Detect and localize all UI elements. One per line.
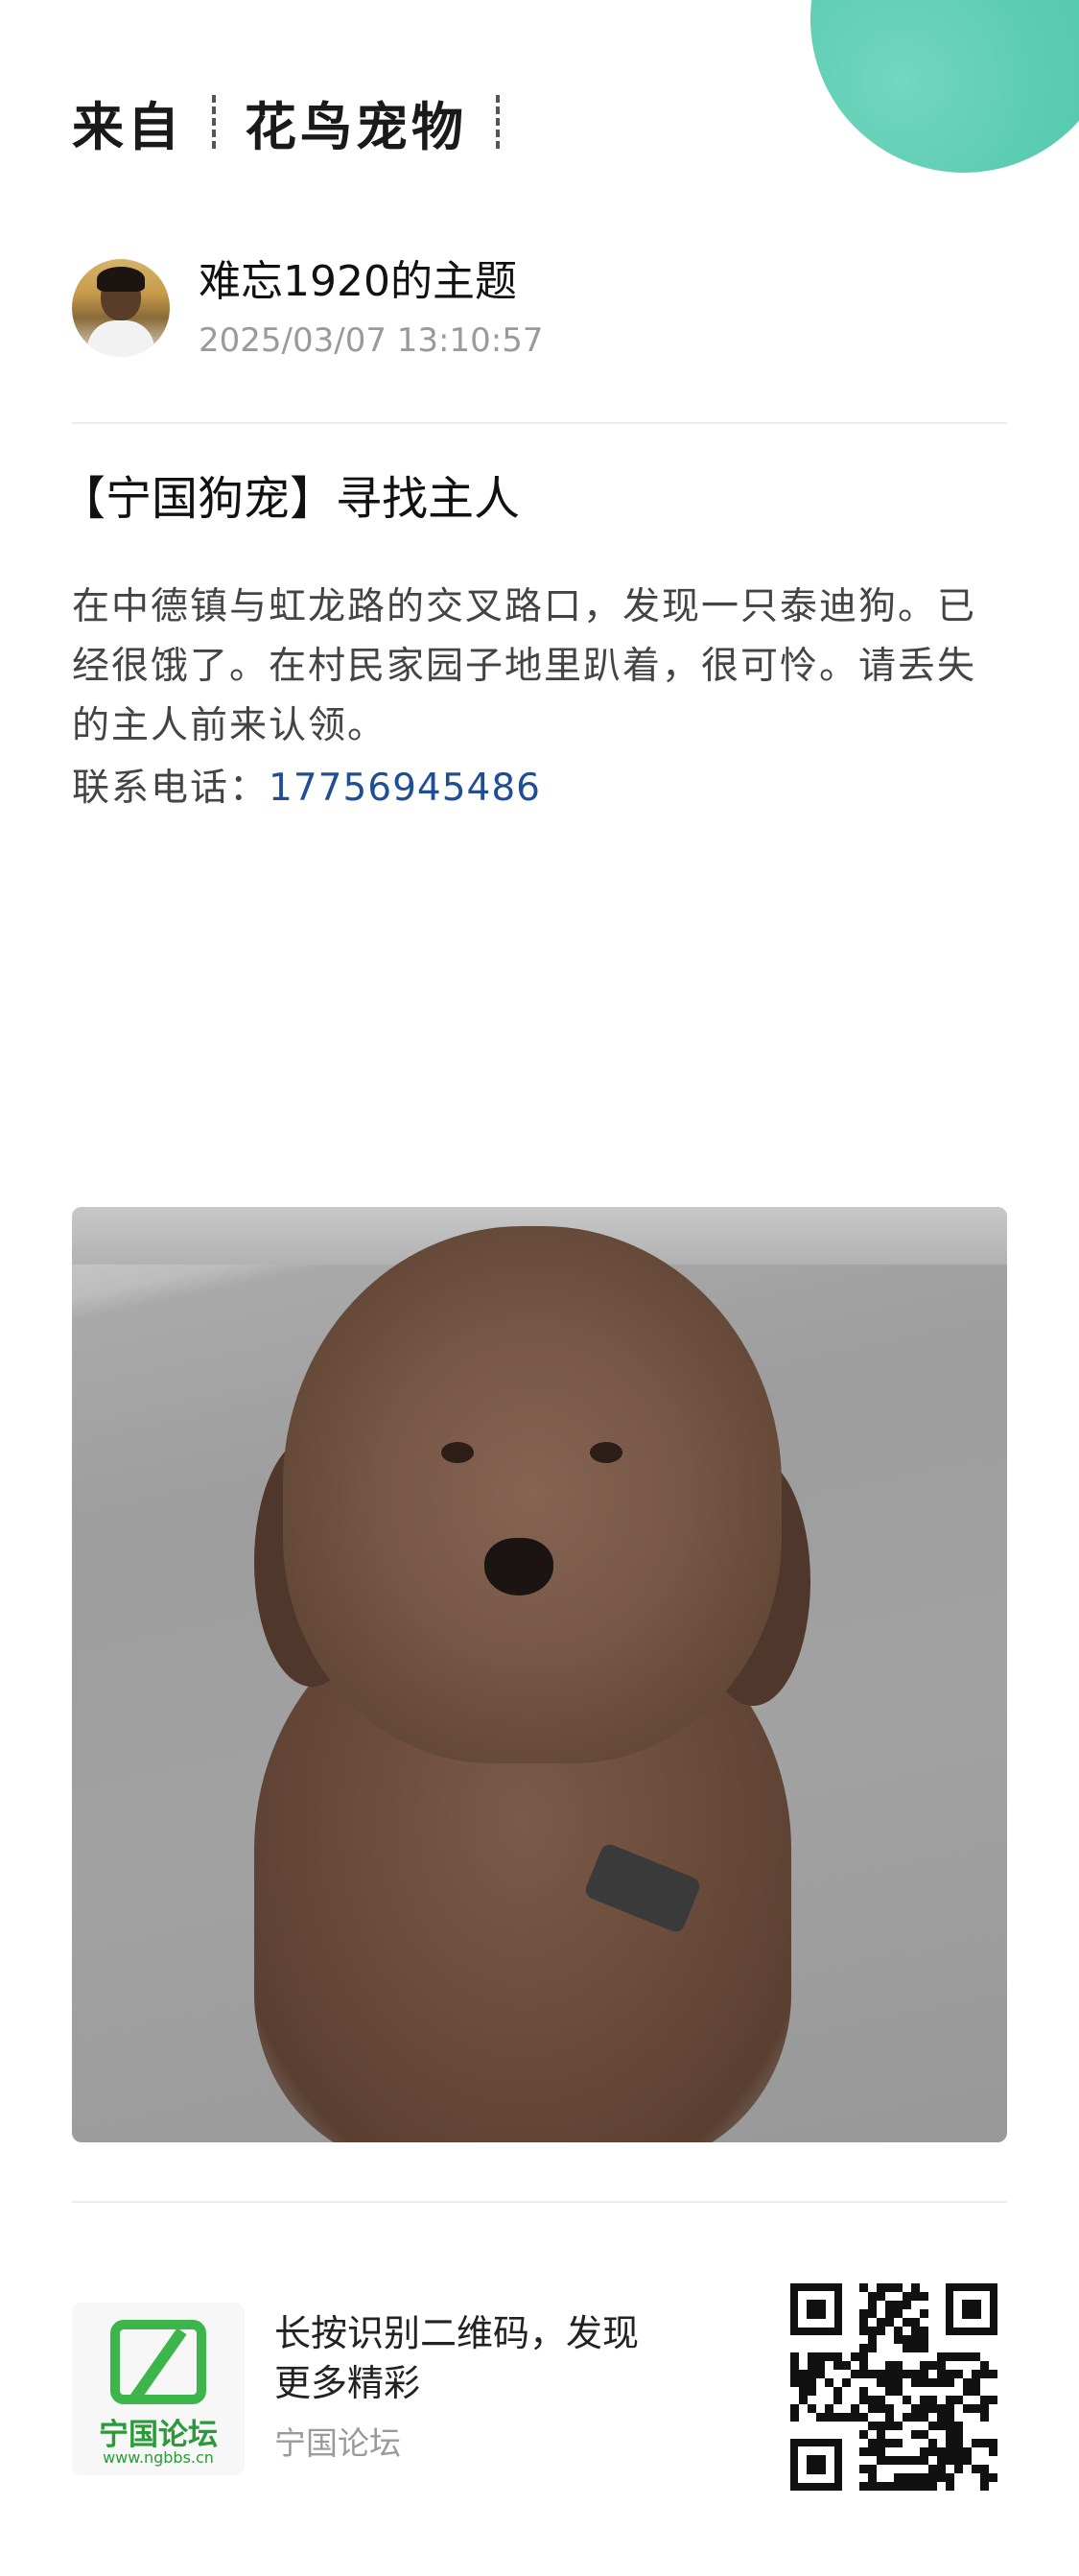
phone-link[interactable]: 17756945486 — [269, 767, 541, 810]
qr-code[interactable] — [790, 2283, 997, 2491]
author-block[interactable]: 难忘1920的主题 2025/03/07 13:10:57 — [72, 257, 543, 360]
source-header: 来自 花鸟宠物 — [72, 88, 528, 157]
post-title: 【宁国狗宠】寻找主人 — [59, 472, 521, 526]
share-footer: 宁国论坛 www.ngbbs.cn 长按识别二维码，发现更多精彩 宁国论坛 — [72, 2283, 1007, 2494]
post-timestamp: 2025/03/07 13:10:57 — [199, 320, 544, 360]
contact-label: 联系电话： — [72, 767, 270, 810]
divider — [72, 422, 1007, 424]
dashed-divider — [212, 95, 216, 149]
source-prefix: 来自 — [72, 96, 183, 157]
divider — [72, 2201, 1007, 2203]
qr-cta-text: 长按识别二维码，发现更多精彩 — [274, 2312, 640, 2404]
site-logo: 宁国论坛 www.ngbbs.cn — [72, 2303, 245, 2475]
dog-photo[interactable] — [72, 1207, 1007, 2142]
logo-text: 宁国论坛 — [99, 2418, 218, 2452]
site-name: 宁国论坛 — [274, 2424, 401, 2462]
logo-icon — [110, 2320, 206, 2404]
dashed-divider — [496, 95, 500, 149]
author-info: 难忘1920的主题 2025/03/07 13:10:57 — [199, 257, 543, 360]
avatar[interactable] — [72, 259, 170, 358]
post-body: 在中德镇与虹龙路的交叉路口，发现一只泰迪狗。已经很饿了。在村民家园子地里趴着，很… — [72, 585, 977, 747]
footer-text: 长按识别二维码，发现更多精彩 宁国论坛 — [274, 2308, 639, 2464]
author-name[interactable]: 难忘1920的主题 — [199, 257, 543, 308]
contact-line: 联系电话：17756945486 — [72, 758, 541, 812]
qr-finder — [790, 2283, 842, 2335]
logo-url: www.ngbbs.cn — [103, 2448, 214, 2467]
qr-finder — [790, 2439, 842, 2491]
corner-decoration — [810, 0, 1079, 173]
source-group-link[interactable]: 花鸟宠物 — [245, 84, 467, 160]
